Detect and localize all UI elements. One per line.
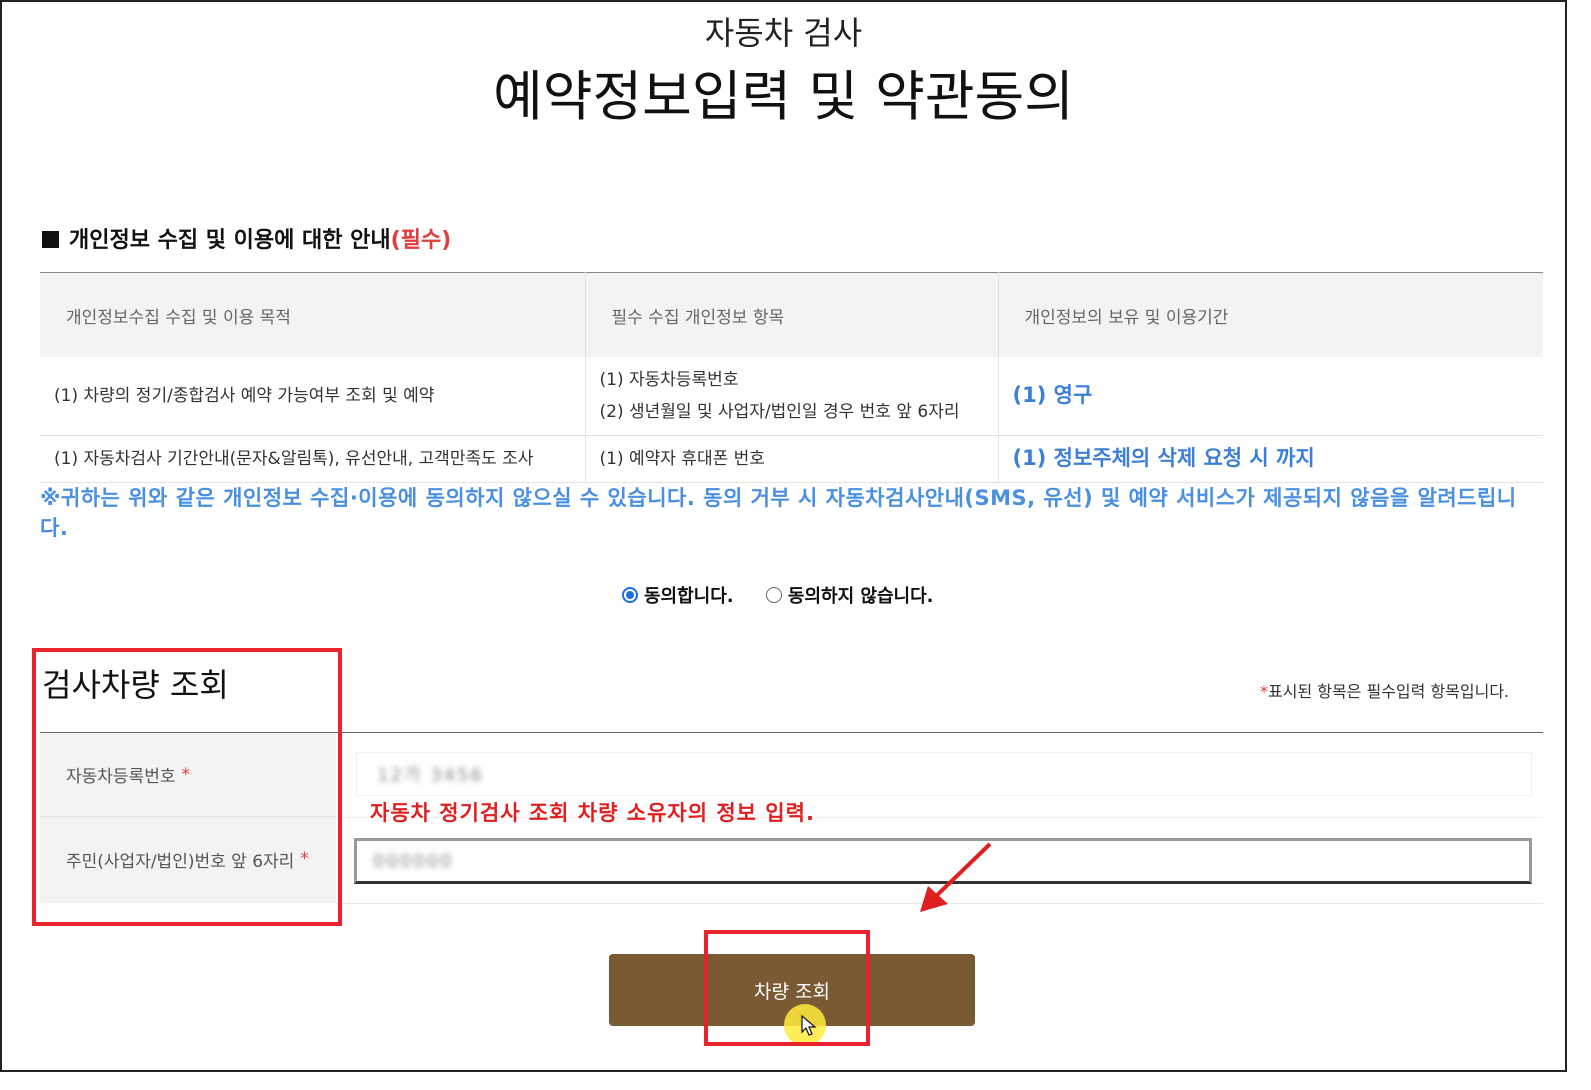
table-header-items: 필수 수집 개인정보 항목 [585,272,999,357]
period-value: (1) 정보주체의 삭제 요청 시 까지 [1012,446,1315,470]
required-tag: (필수) [390,228,452,253]
item-line: (1) 자동차등록번호 [599,370,739,390]
required-star: * [1260,682,1268,701]
registration-number-input[interactable]: 12가 3456 [356,752,1532,796]
privacy-table: 개인정보수집 수집 및 이용 목적 필수 수집 개인정보 항목 개인정보의 보유… [40,272,1543,483]
item-line: (1) 예약자 휴대폰 번호 [599,449,765,469]
privacy-section-heading: 개인정보 수집 및 이용에 대한 안내(필수) [42,222,451,254]
table-header-purpose: 개인정보수집 수집 및 이용 목적 [40,272,586,357]
agree-label: 동의합니다. [644,586,734,607]
disagree-label: 동의하지 않습니다. [787,586,934,607]
agree-radio[interactable] [622,587,638,603]
required-note-text: 표시된 항목은 필수입력 항목입니다. [1268,682,1510,701]
period-value: (1) 영구 [1012,383,1093,407]
table-cell-items: (1) 자동차등록번호 (2) 생년월일 및 사업자/법인일 경우 번호 앞 6… [585,357,999,436]
table-row: (1) 차량의 정기/종합검사 예약 가능여부 조회 및 예약 (1) 자동차등… [40,357,1543,436]
table-cell-purpose: (1) 자동차검사 기간안내(문자&알림톡), 유선안내, 고객만족도 조사 [40,435,586,483]
page-title: 예약정보입력 및 약관동의 [493,65,1074,128]
table-row: (1) 자동차검사 기간안내(문자&알림톡), 유선안내, 고객만족도 조사 (… [40,435,1543,483]
table-cell-items: (1) 예약자 휴대폰 번호 [585,435,999,483]
square-bullet-icon [42,231,59,248]
consent-radio-group: 동의합니다. 동의하지 않습니다. [622,582,960,608]
annotation-arrow-icon [920,842,992,912]
table-cell-period: (1) 영구 [998,357,1543,436]
consent-notice: ※귀하는 위와 같은 개인정보 수집·이용에 동의하지 않으실 수 있습니다. … [40,486,1517,540]
highlight-box-button [704,930,870,1046]
table-header-period: 개인정보의 보유 및 이용기간 [998,272,1543,357]
input-value: 000000 [373,850,454,872]
disagree-option[interactable]: 동의하지 않습니다. [765,582,934,608]
highlight-box-form [32,648,342,926]
table-cell-purpose: (1) 차량의 정기/종합검사 예약 가능여부 조회 및 예약 [40,357,586,436]
item-line: (2) 생년월일 및 사업자/법인일 경우 번호 앞 6자리 [599,402,960,422]
privacy-heading-text: 개인정보 수집 및 이용에 대한 안내 [69,228,391,253]
table-cell-period: (1) 정보주체의 삭제 요청 시 까지 [998,435,1543,483]
input-value: 12가 3456 [377,765,484,786]
annotation-text: 자동차 정기검사 조회 차량 소유자의 정보 입력. [370,801,815,825]
required-note: *표시된 항목은 필수입력 항목입니다. [1260,678,1509,702]
disagree-radio[interactable] [765,587,782,603]
page-subtitle: 자동차 검사 [704,14,863,52]
agree-option[interactable]: 동의합니다. [622,582,734,608]
